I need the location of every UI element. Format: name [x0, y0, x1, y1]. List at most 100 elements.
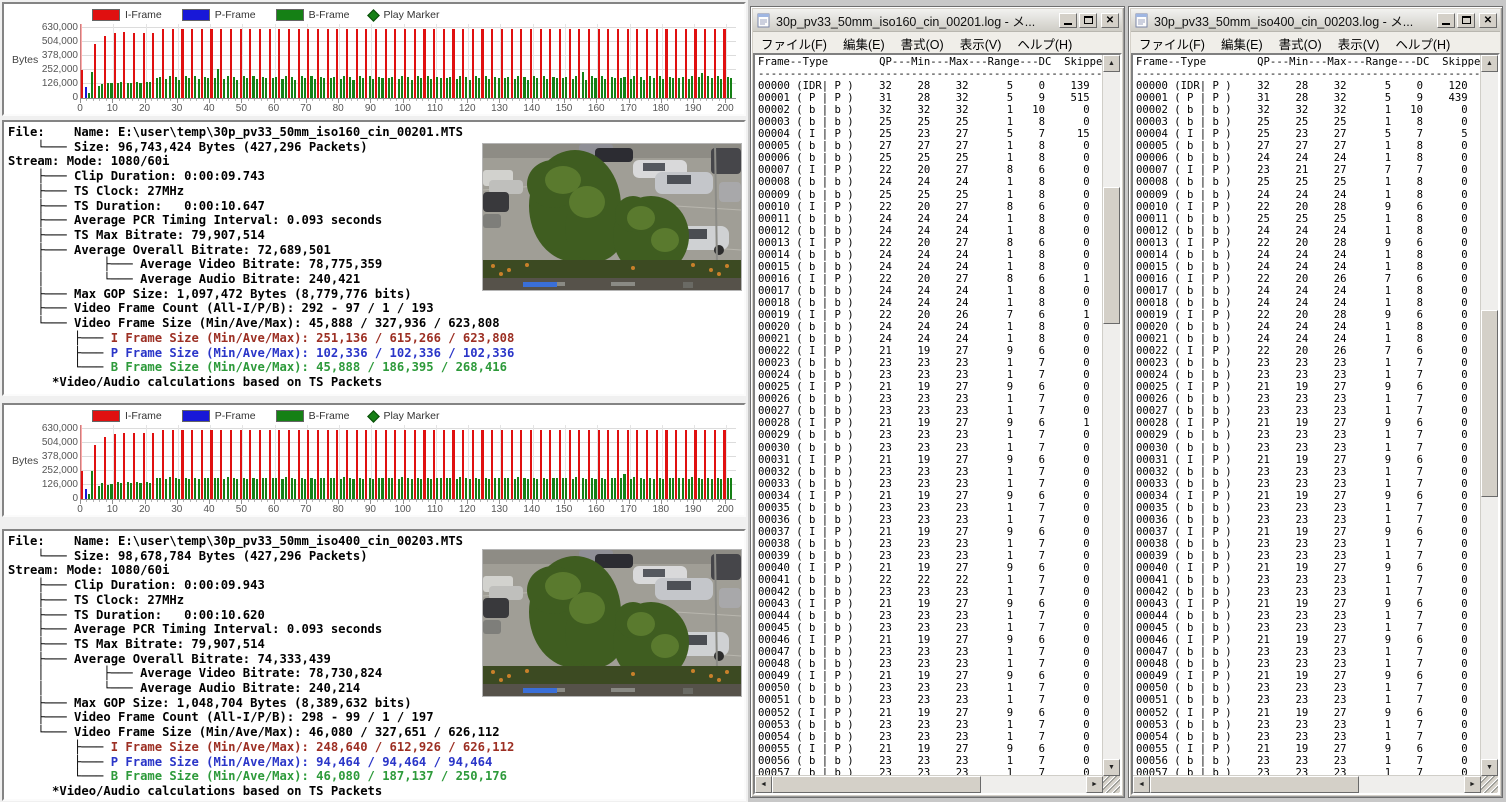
horizontal-scrollbar[interactable]: ◄ ► [1133, 775, 1481, 793]
legend-item: B-Frame [275, 9, 349, 21]
menu-item[interactable]: 書式(O) [1271, 32, 1330, 55]
menu-item[interactable]: 表示(V) [1330, 32, 1388, 55]
minimize-button[interactable] [1437, 12, 1455, 28]
b-frame-bar [378, 477, 381, 499]
x-minor-tick [363, 99, 365, 101]
b-frame-bar [475, 477, 478, 499]
log-text-area[interactable]: Frame--Type QP---Min---Max---Range---DC … [1131, 53, 1500, 795]
b-frame-bar [265, 78, 268, 98]
menu-item[interactable]: 編集(E) [1213, 32, 1271, 55]
y-tick-label: 504,000 [41, 437, 78, 448]
scroll-up-button[interactable]: ▲ [1481, 55, 1498, 72]
x-minor-tick [622, 99, 624, 101]
b-frame-swatch [275, 410, 304, 422]
info-line: ├─── TS Clock: 27MHz [37, 592, 185, 607]
b-frame-bar [542, 478, 545, 499]
x-tick-label: 140 [523, 504, 541, 515]
b-frame-bar [178, 479, 181, 499]
i-frame-bar [171, 28, 174, 98]
x-minor-tick [680, 500, 682, 502]
horizontal-scroll-thumb[interactable] [772, 776, 981, 793]
i-frame-bar [287, 28, 290, 98]
x-minor-tick [460, 500, 462, 502]
menu-item[interactable]: 編集(E) [835, 32, 893, 55]
x-minor-tick [602, 99, 604, 101]
x-minor-tick [299, 500, 301, 502]
x-minor-tick [376, 99, 378, 101]
i-frame-bar [452, 429, 455, 499]
x-minor-tick [157, 99, 159, 101]
i-frame-bar [191, 28, 194, 98]
x-minor-tick [254, 99, 256, 101]
plot-area [80, 425, 736, 500]
menu-item[interactable]: ファイル(F) [1131, 32, 1213, 55]
info-line: Stream: Mode: 1080/60i [8, 563, 170, 578]
x-minor-tick [622, 500, 624, 502]
scroll-left-button[interactable]: ◄ [1133, 776, 1150, 793]
scroll-down-button[interactable]: ▼ [1103, 759, 1120, 776]
b-frame-bar [145, 82, 149, 98]
tree-connector: ├─── [8, 754, 111, 769]
info-line: *Video/Audio calculations based on TS Pa… [52, 783, 383, 798]
x-minor-tick [325, 500, 327, 502]
title-bar[interactable]: 30p_pv33_50mm_iso160_cin_00201.log - メ..… [753, 9, 1122, 32]
i-frame-bar [316, 430, 320, 499]
vertical-scrollbar[interactable]: ▲ ▼ [1102, 55, 1120, 776]
vertical-scroll-thumb[interactable] [1103, 187, 1120, 325]
info-line: ├─── TS Max Bitrate: 79,907,514 [37, 227, 265, 242]
scroll-down-button[interactable]: ▼ [1481, 759, 1498, 776]
stream-info-panel-1: File: Name: E:\user\temp\30p_pv33_50mm_i… [2, 120, 746, 396]
title-bar[interactable]: 30p_pv33_50mm_iso400_cin_00203.log - メ..… [1131, 9, 1500, 32]
scroll-left-button[interactable]: ◄ [755, 776, 772, 793]
scroll-up-button[interactable]: ▲ [1103, 55, 1120, 72]
b-frame-bar [504, 478, 507, 499]
x-minor-tick [92, 99, 94, 101]
maximize-button[interactable] [1079, 12, 1097, 28]
resize-grip[interactable] [1481, 776, 1498, 793]
x-minor-tick [286, 500, 288, 502]
i-frame-bar [307, 28, 310, 98]
x-tick-label: 150 [555, 504, 573, 515]
menu-item[interactable]: ヘルプ(H) [1009, 32, 1080, 55]
x-minor-tick [718, 500, 720, 502]
x-minor-tick [589, 99, 591, 101]
menu-item[interactable]: ファイル(F) [753, 32, 835, 55]
i-frame-bar [413, 29, 416, 98]
p-frame-bar [84, 488, 87, 499]
resize-grip[interactable] [1103, 776, 1120, 793]
i-frame-bar [103, 35, 107, 98]
menu-item[interactable]: 書式(O) [893, 32, 952, 55]
horizontal-scroll-thumb[interactable] [1150, 776, 1359, 793]
i-frame-bar [200, 29, 203, 98]
x-minor-tick [344, 99, 346, 101]
menu-item[interactable]: ヘルプ(H) [1387, 32, 1458, 55]
vertical-scrollbar[interactable]: ▲ ▼ [1480, 55, 1498, 776]
b-frame-bar [400, 76, 403, 98]
close-button[interactable]: ✕ [1101, 12, 1119, 28]
scroll-right-button[interactable]: ► [1086, 776, 1103, 793]
log-text-area[interactable]: Frame--Type QP---Min---Max---Range---DC … [753, 53, 1122, 795]
b-frame-bar [245, 78, 249, 98]
menu-bar: ファイル(F) 編集(E) 書式(O) 表示(V) ヘルプ(H) [753, 32, 1122, 55]
b-frame-bar [700, 73, 703, 98]
notepad-window-1: 30p_pv33_50mm_iso160_cin_00201.log - メ..… [750, 6, 1125, 798]
close-button[interactable]: ✕ [1479, 12, 1497, 28]
menu-item[interactable]: 表示(V) [952, 32, 1010, 55]
b-frame-bar [688, 479, 691, 499]
x-minor-tick [357, 99, 359, 101]
minimize-button[interactable] [1059, 12, 1077, 28]
x-minor-tick [609, 99, 611, 101]
b-frame-bar [688, 78, 691, 98]
play-marker-swatch [367, 8, 381, 22]
x-minor-tick [718, 99, 720, 101]
scroll-right-button[interactable]: ► [1464, 776, 1481, 793]
b-frame-bar [216, 69, 219, 98]
b-frame-bar [484, 478, 487, 499]
x-minor-tick [634, 99, 636, 101]
vertical-scroll-thumb[interactable] [1481, 309, 1498, 498]
b-frame-bar [300, 75, 303, 98]
maximize-button[interactable] [1457, 12, 1475, 28]
horizontal-scrollbar[interactable]: ◄ ► [755, 775, 1103, 793]
i-frame-bar [162, 29, 165, 98]
x-minor-tick [699, 500, 701, 502]
